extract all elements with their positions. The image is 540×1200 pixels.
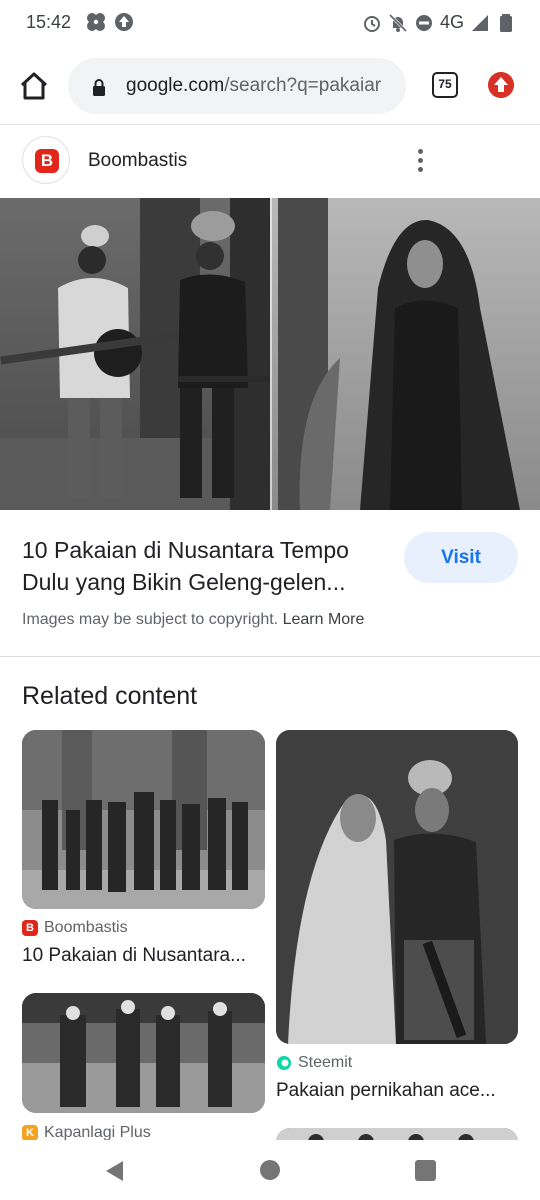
network-label: 4G xyxy=(439,12,464,32)
status-left-icons xyxy=(86,12,134,32)
address-bar[interactable]: google.com/search?q=pakaiar xyxy=(68,58,406,114)
related-thumbnail-2[interactable] xyxy=(276,730,518,1044)
do-not-disturb-icon xyxy=(415,14,432,31)
related-source-name: Boombastis xyxy=(44,919,128,936)
notifications-off-icon xyxy=(388,13,408,32)
recent-apps-icon[interactable] xyxy=(415,1160,436,1181)
copyright-text: Images may be subject to copyright. xyxy=(22,611,279,628)
related-thumbnail-3[interactable] xyxy=(22,993,265,1113)
copyright-notice: Images may be subject to copyright. Lear… xyxy=(22,611,364,629)
kapanlagi-logo-icon: K xyxy=(22,1125,38,1141)
related-title-2[interactable]: Pakaian pernikahan ace... xyxy=(276,1080,518,1102)
result-title[interactable]: 10 Pakaian di Nusantara Tempo Dulu yang … xyxy=(22,534,392,598)
toolbar-divider xyxy=(0,124,540,125)
browser-toolbar: google.com/search?q=pakaiar 75 xyxy=(0,56,540,120)
boombastis-logo-icon: B xyxy=(22,920,38,936)
result-source-row: B Boombastis xyxy=(0,134,540,190)
battery-icon xyxy=(500,13,512,32)
source-name[interactable]: Boombastis xyxy=(88,150,187,172)
status-time: 15:42 xyxy=(26,12,72,32)
lock-icon xyxy=(93,79,105,96)
pinwheel-icon xyxy=(87,13,105,31)
back-icon[interactable] xyxy=(103,1159,125,1183)
section-divider xyxy=(0,656,540,657)
source-favicon: B xyxy=(22,136,70,184)
status-bar: 15:42 4G xyxy=(0,0,540,48)
home-nav-icon[interactable] xyxy=(260,1160,280,1180)
update-available-icon[interactable] xyxy=(488,72,514,98)
url-path: /search?q=pakaiar xyxy=(224,75,382,96)
more-options-icon[interactable] xyxy=(412,146,428,176)
related-source-2: Steemit xyxy=(276,1054,352,1072)
related-source-1: B Boombastis xyxy=(22,919,128,937)
home-icon[interactable] xyxy=(18,70,50,102)
related-thumbnail-1[interactable] xyxy=(22,730,265,909)
system-nav-bar xyxy=(0,1140,540,1200)
url-domain: google.com xyxy=(126,75,225,96)
upload-circle-icon xyxy=(115,13,133,31)
boombastis-logo-icon: B xyxy=(35,149,59,173)
status-right: 4G xyxy=(362,12,516,33)
related-source-name: Steemit xyxy=(298,1054,353,1071)
url-text: google.com/search?q=pakaiar xyxy=(126,75,381,97)
couple-photo xyxy=(276,730,518,1044)
related-title-1[interactable]: 10 Pakaian di Nusantara... xyxy=(22,945,265,967)
visit-button[interactable]: Visit xyxy=(404,532,518,583)
historical-photo xyxy=(0,198,540,510)
result-image[interactable] xyxy=(0,198,540,510)
wedding-group-photo xyxy=(22,993,265,1113)
steemit-logo-icon xyxy=(277,1056,291,1070)
related-content-heading: Related content xyxy=(22,682,198,710)
alarm-icon xyxy=(363,15,380,32)
group-photo xyxy=(22,730,265,909)
tab-switcher-button[interactable]: 75 xyxy=(432,72,458,98)
learn-more-link[interactable]: Learn More xyxy=(283,611,365,628)
signal-icon xyxy=(472,14,488,31)
